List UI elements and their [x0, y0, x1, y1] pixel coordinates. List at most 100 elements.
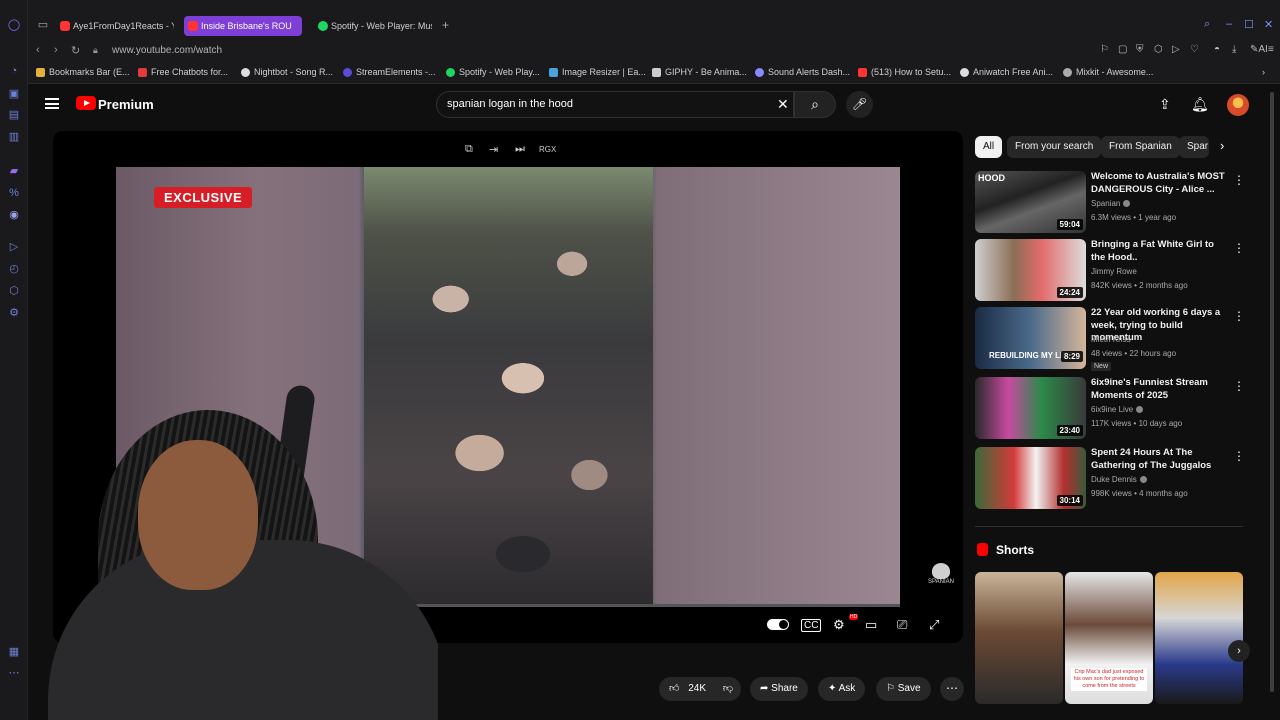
chips-next-icon[interactable]: ›: [1220, 138, 1224, 153]
avatar[interactable]: [1227, 94, 1249, 116]
download-icon[interactable]: ⤓: [1232, 44, 1236, 55]
like-button[interactable]: 👍︎ 24K 👎︎: [659, 677, 741, 701]
profile-icon[interactable]: ◓: [1214, 44, 1220, 55]
tab-search-icon[interactable]: ⌕: [1204, 18, 1210, 31]
cast-out-icon[interactable]: ⇥: [489, 143, 498, 156]
bookmarks-overflow-icon[interactable]: ›: [1262, 67, 1265, 77]
save-button[interactable]: ⚐ Save: [876, 677, 931, 701]
captions-icon[interactable]: CC: [801, 619, 822, 632]
theater-mode-icon[interactable]: ▭: [865, 617, 877, 633]
settings-gear-icon[interactable]: ⚙: [833, 617, 845, 633]
extensions-icon[interactable]: ⬡: [1154, 44, 1163, 55]
video-thumbnail[interactable]: HOOD 59:04: [975, 171, 1086, 233]
autoplay-toggle[interactable]: [767, 619, 789, 630]
minimize-icon[interactable]: –: [1226, 18, 1232, 30]
bookmark-item[interactable]: Spotify - Web Play...: [446, 67, 540, 77]
channel-name[interactable]: 6ix9ine Live: [1091, 405, 1144, 414]
recommendation-item[interactable]: HOOD 59:04 Welcome to Australia's MOST D…: [975, 171, 1245, 233]
page-scrollbar[interactable]: [1270, 92, 1276, 712]
search-input[interactable]: [447, 98, 747, 110]
new-tab-button[interactable]: +: [442, 18, 449, 32]
rgx-label[interactable]: RGX: [539, 145, 556, 154]
recommendation-item[interactable]: 23:40 6ix9ine's Funniest Stream Moments …: [975, 377, 1245, 439]
forward-icon[interactable]: ›: [54, 44, 58, 56]
clear-search-icon[interactable]: ✕: [777, 96, 789, 113]
chip-from-your-search[interactable]: From your search: [1007, 136, 1102, 158]
video-title[interactable]: Bringing a Fat White Girl to the Hood..: [1091, 239, 1229, 264]
sidebar-history-icon[interactable]: ◴: [7, 262, 21, 276]
tab-inside-brisbane[interactable]: Inside Brisbane's ROU: [184, 16, 302, 36]
menu-icon[interactable]: ≡: [1268, 44, 1274, 55]
youtube-logo-icon[interactable]: [76, 96, 96, 110]
recommendation-item[interactable]: REBUILDING MY LIFE 8:29 22 Year old work…: [975, 307, 1245, 371]
video-thumbnail[interactable]: 30:14: [975, 447, 1086, 509]
recommendation-item[interactable]: 30:14 Spent 24 Hours At The Gathering of…: [975, 447, 1245, 509]
chip-spanian[interactable]: Spar: [1179, 136, 1209, 158]
sidebar-more-icon[interactable]: ⋯: [7, 666, 21, 680]
shield-icon[interactable]: ⛨: [1136, 44, 1144, 55]
search-button[interactable]: ⌕: [794, 91, 836, 118]
tab-aye1fromday1reacts[interactable]: Aye1FromDay1Reacts - Yo: [56, 16, 174, 36]
video-title[interactable]: 6ix9ine's Funniest Stream Moments of 202…: [1091, 377, 1229, 402]
bookmark-item[interactable]: Image Resizer | Ea...: [549, 67, 646, 77]
fullscreen-icon[interactable]: ⤢: [929, 617, 939, 633]
scrollbar-thumb[interactable]: [1270, 92, 1274, 692]
channel-name[interactable]: Jimmy Rowe: [1091, 267, 1137, 276]
skip-icon[interactable]: ⏭︎: [515, 143, 525, 156]
kebab-menu-icon[interactable]: ⋮: [1233, 173, 1245, 187]
bookmark-item[interactable]: Nightbot - Song R...: [241, 67, 333, 77]
voice-search-button[interactable]: 🎤︎: [846, 91, 873, 118]
maximize-icon[interactable]: ☐: [1244, 18, 1254, 31]
popout-icon[interactable]: ⧉: [465, 143, 473, 156]
bookmark-item[interactable]: Bookmarks Bar (E...: [36, 67, 130, 77]
thumbs-down-icon[interactable]: 👎︎: [723, 683, 733, 694]
back-icon[interactable]: ‹: [36, 44, 40, 56]
hamburger-menu-icon[interactable]: [45, 98, 59, 109]
short-thumbnail[interactable]: [1155, 572, 1243, 704]
bookmark-item[interactable]: Mixkit - Awesome...: [1063, 67, 1153, 77]
channel-name[interactable]: Spanian: [1091, 199, 1131, 208]
share-button[interactable]: ➦ Share: [750, 677, 808, 701]
reload-icon[interactable]: ↻: [71, 44, 80, 57]
kebab-menu-icon[interactable]: ⋮: [1233, 449, 1245, 463]
chip-all[interactable]: All: [975, 136, 1003, 158]
bookmark-item[interactable]: Free Chatbots for...: [138, 67, 228, 77]
chip-from-spanian[interactable]: From Spanian: [1101, 136, 1180, 158]
sidebar-extensions-icon[interactable]: ⬡: [7, 284, 21, 298]
sidebar-gallery-icon[interactable]: ▤: [7, 108, 21, 122]
tab-spotify[interactable]: Spotify - Web Player: Mus: [314, 16, 432, 36]
snapshot-icon[interactable]: ▢: [1118, 44, 1127, 55]
sidebar-bag-icon[interactable]: ▣: [7, 87, 21, 101]
bookmark-item[interactable]: Aniwatch Free Ani...: [960, 67, 1053, 77]
opera-logo-icon[interactable]: ◯: [7, 18, 21, 32]
kebab-menu-icon[interactable]: ⋮: [1233, 379, 1245, 393]
bookmark-item[interactable]: StreamElements -...: [343, 67, 436, 77]
kebab-menu-icon[interactable]: ⋮: [1233, 241, 1245, 255]
sidebar-player-icon[interactable]: ▷: [7, 240, 21, 254]
sidebar-feed-icon[interactable]: ◔: [7, 64, 21, 78]
sidebar-settings-icon[interactable]: ⚙: [7, 306, 21, 320]
bookmark-item[interactable]: Sound Alerts Dash...: [755, 67, 850, 77]
upload-icon[interactable]: ⇪: [1159, 96, 1171, 113]
sidebar-percent-icon[interactable]: %: [7, 186, 21, 200]
recommendation-item[interactable]: 24:24 Bringing a Fat White Girl to the H…: [975, 239, 1245, 301]
url-field[interactable]: www.youtube.com/watch: [112, 45, 222, 56]
video-thumbnail[interactable]: REBUILDING MY LIFE 8:29: [975, 307, 1086, 369]
close-window-icon[interactable]: ✕: [1264, 18, 1273, 31]
ask-button[interactable]: ✦ Ask: [818, 677, 866, 701]
bookmark-item[interactable]: (513) How to Setu...: [858, 67, 951, 77]
play-icon[interactable]: ▷: [1172, 44, 1180, 55]
bookmark-item[interactable]: GIPHY - Be Anima...: [652, 67, 747, 77]
short-thumbnail[interactable]: [975, 572, 1063, 704]
notifications-bell-icon[interactable]: 🔔︎: [1191, 96, 1209, 113]
kebab-menu-icon[interactable]: ⋮: [1233, 309, 1245, 323]
search-box[interactable]: ✕: [436, 91, 794, 118]
youtube-brand[interactable]: Premium: [98, 97, 154, 112]
video-thumbnail[interactable]: 24:24: [975, 239, 1086, 301]
ai-button[interactable]: ✎AI: [1250, 44, 1268, 55]
sidebar-pin-icon[interactable]: ▦: [7, 645, 21, 659]
video-title[interactable]: Welcome to Australia's MOST DANGEROUS Ci…: [1091, 171, 1229, 196]
heart-icon[interactable]: ♡: [1190, 44, 1199, 55]
channel-name[interactable]: Duke Dennis: [1091, 475, 1147, 484]
twitch-icon[interactable]: ▰: [7, 164, 21, 178]
